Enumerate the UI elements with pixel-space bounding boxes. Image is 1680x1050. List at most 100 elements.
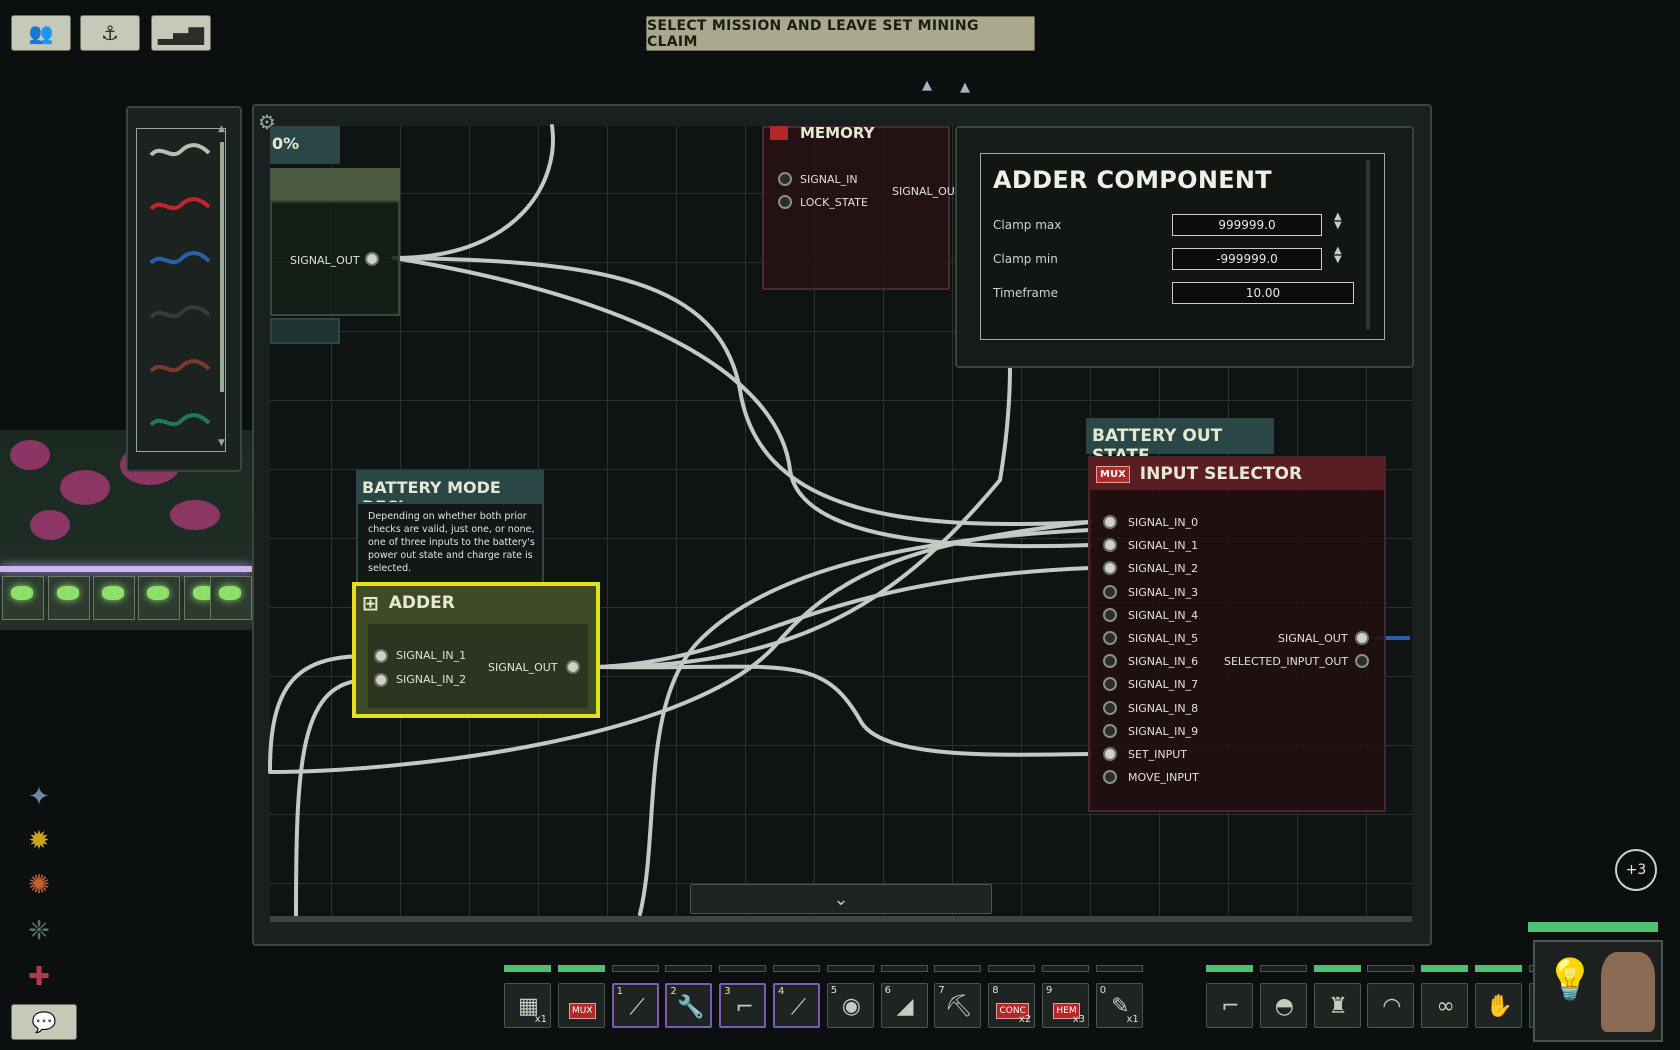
selector-signal-in-3-port[interactable] bbox=[1103, 584, 1117, 599]
hotbar-slot[interactable]: CONC 8 x2 bbox=[988, 983, 1036, 1028]
equipment-condition-bar bbox=[1313, 965, 1361, 972]
equipment-condition-bar bbox=[1421, 965, 1469, 972]
plus-box-icon: ⊞ bbox=[362, 591, 379, 615]
flashlight-icon: ◢ bbox=[896, 994, 914, 1019]
clamp-min-stepper[interactable]: ▲ ▼ bbox=[1334, 246, 1342, 265]
memory-title: MEMORY bbox=[800, 124, 875, 142]
equipment-slot[interactable]: ✋ bbox=[1475, 983, 1522, 1028]
hotbar-slot-quantity: x3 bbox=[1072, 1014, 1085, 1025]
selector-signal-in-5-port[interactable] bbox=[1103, 631, 1117, 645]
memory-component[interactable]: MEMORY SIGNAL_IN LOCK_STATE SIGNAL_OUT bbox=[762, 124, 962, 290]
adder-panel-title: ADDER COMPONENT bbox=[993, 166, 1272, 194]
partial-component-header[interactable]: 0% bbox=[270, 126, 340, 164]
battery-mode-description: Depending on whether both prior checks a… bbox=[368, 511, 535, 574]
selector-port-label: SIGNAL_IN_5 bbox=[1128, 632, 1199, 645]
tree-icon[interactable]: ❈ bbox=[20, 912, 58, 950]
equipment-slot[interactable]: ◓ bbox=[1259, 983, 1307, 1028]
gloves-icon: ✋ bbox=[1485, 994, 1514, 1019]
health-bar bbox=[1528, 922, 1658, 932]
equipment-slot[interactable]: ◠ bbox=[1367, 983, 1415, 1028]
character-portrait[interactable]: 💡 bbox=[1533, 940, 1663, 1042]
input-selector-title: INPUT SELECTOR bbox=[1139, 464, 1303, 484]
hotbar-condition-bar bbox=[557, 965, 605, 972]
selector-port-label: SIGNAL_IN_0 bbox=[1128, 516, 1199, 529]
hotbar-slot-number: 3 bbox=[724, 986, 731, 997]
hotbar-slot[interactable]: ⌐ 3 bbox=[719, 983, 767, 1028]
clamp-min-input[interactable]: -999999.0 bbox=[1172, 248, 1322, 270]
adder-signal-in-2-port[interactable] bbox=[374, 673, 388, 687]
suit-icon: ♜ bbox=[1328, 994, 1348, 1019]
equipment-slot[interactable]: ∞ bbox=[1421, 983, 1469, 1028]
selector-port-label: SIGNAL_IN_9 bbox=[1128, 724, 1199, 738]
battery-mode-description-box: Depending on whether both prior checks a… bbox=[356, 502, 544, 584]
adder-component[interactable]: ⊞ ADDER bbox=[352, 582, 600, 718]
hotbar-slot-number: 6 bbox=[884, 985, 891, 996]
battery-out-state-header[interactable]: BATTERY OUT STATE bbox=[1086, 418, 1274, 466]
hotbar-slot-quantity: x2 bbox=[1018, 1014, 1032, 1025]
chat-icon: 💬 bbox=[31, 1010, 57, 1034]
chip-badge: MUX bbox=[569, 1003, 596, 1019]
clamp-max-input[interactable]: 999999.0 bbox=[1172, 214, 1322, 236]
memory-chip-icon bbox=[770, 126, 788, 140]
fire-icon[interactable]: ✺ bbox=[20, 866, 58, 904]
hotbar-slot[interactable]: MUX bbox=[557, 983, 606, 1028]
selector-signal-out-port[interactable] bbox=[1355, 631, 1369, 645]
partial-signal-out-port[interactable] bbox=[365, 252, 379, 266]
talent-icon[interactable]: ✦ bbox=[20, 778, 58, 816]
hotbar-slot[interactable]: ◉ 5 bbox=[826, 983, 874, 1028]
mux-chip-icon: MUX bbox=[559, 994, 606, 1019]
selector-port-label: SET_INPUT bbox=[1128, 748, 1188, 761]
hotbar-slot[interactable]: ⟋ 4 bbox=[773, 983, 820, 1028]
selector-port-label: SIGNAL_IN_3 bbox=[1128, 585, 1199, 599]
rifle-icon: ⌐ bbox=[735, 995, 754, 1020]
adder-signal-out-port[interactable] bbox=[566, 660, 580, 674]
adder-signal-in-1-port[interactable] bbox=[374, 649, 388, 663]
equipment-condition-bar bbox=[1206, 965, 1253, 972]
equipment-condition-bar bbox=[1259, 965, 1307, 972]
chat-button[interactable]: 💬 bbox=[11, 1004, 77, 1040]
battery-mode-header[interactable]: BATTERY MODE DECI... bbox=[356, 470, 544, 516]
hotbar-condition-bar bbox=[1042, 965, 1089, 972]
hotbar-condition-bar bbox=[504, 965, 551, 972]
hotbar-condition-bar bbox=[988, 965, 1036, 972]
medic-icon[interactable]: ✚ bbox=[20, 958, 58, 996]
diving-mask-icon: ◉ bbox=[841, 994, 861, 1019]
hotbar-slot[interactable]: HEM 9 x3 bbox=[1042, 983, 1089, 1028]
collapse-panel-button[interactable]: ⌄ bbox=[690, 884, 992, 914]
hotbar-slot[interactable]: ⟋ 1 bbox=[611, 983, 659, 1028]
selector-signal-in-4-port[interactable] bbox=[1103, 607, 1117, 622]
selector-set-input-port[interactable] bbox=[1103, 747, 1117, 761]
selector-port-label: SIGNAL_IN_1 bbox=[1128, 539, 1199, 553]
hotbar-slot[interactable]: ◢ 6 bbox=[880, 983, 928, 1028]
hotbar-slot[interactable]: ▦ x1 bbox=[504, 983, 551, 1028]
timeframe-input[interactable]: 10.00 bbox=[1172, 282, 1354, 304]
hotbar-slot-quantity: x1 bbox=[1126, 1014, 1139, 1025]
selector-port-label: SIGNAL_IN_2 bbox=[1128, 562, 1199, 576]
equipment-slot[interactable]: ♜ bbox=[1313, 983, 1361, 1028]
hotbar-slot[interactable]: 🔧 2 bbox=[665, 983, 713, 1028]
hotbar-slot[interactable]: ⛏ 7 bbox=[934, 983, 982, 1028]
hotbar-slot-quantity: x1 bbox=[534, 1014, 547, 1025]
selector-signal-in-8-port[interactable] bbox=[1103, 700, 1117, 715]
helmet-icon: ◓ bbox=[1274, 994, 1294, 1019]
selector-port-label: MOVE_INPUT bbox=[1128, 771, 1199, 785]
selector-selected-input-out-port[interactable] bbox=[1355, 654, 1369, 668]
selector-signal-in-0-port[interactable] bbox=[1103, 515, 1117, 529]
selector-port-label: SIGNAL_IN_4 bbox=[1128, 608, 1199, 622]
partial-component-body: SIGNAL_OUT bbox=[270, 200, 400, 316]
notification-badge[interactable]: +3 bbox=[1615, 849, 1657, 891]
memory-signal-in-port[interactable] bbox=[778, 172, 792, 186]
adder-title: ADDER bbox=[388, 593, 455, 613]
hotbar-slot[interactable]: ✎ 0 x1 bbox=[1095, 983, 1143, 1028]
mux-badge: MUX bbox=[1096, 465, 1130, 483]
partial-component-footer bbox=[270, 318, 340, 344]
memory-lock-state-port[interactable] bbox=[778, 195, 792, 209]
selector-signal-in-9-port[interactable] bbox=[1103, 723, 1117, 738]
wrench-icon: 🔧 bbox=[677, 995, 705, 1020]
adder-panel-scrollbar[interactable] bbox=[1366, 160, 1370, 330]
hotbar-slot-number: 5 bbox=[830, 985, 838, 996]
clamp-max-stepper[interactable]: ▲ ▼ bbox=[1334, 212, 1342, 231]
equipment-slot[interactable]: ⌐ bbox=[1206, 983, 1253, 1028]
skill-icon[interactable]: ✹ bbox=[20, 822, 58, 860]
hotbar-condition-bar bbox=[1095, 965, 1143, 972]
